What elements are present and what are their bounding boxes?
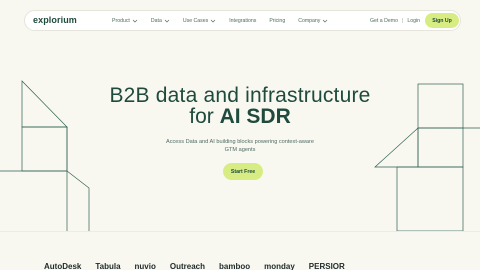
customer-logos: AutoDesk Tabula nuvio Outreach bamboo mo… <box>44 262 359 270</box>
customer-logo: Tabula <box>95 262 121 270</box>
customer-logo: bamboo <box>219 262 251 270</box>
customer-logo: nuvio <box>134 262 156 270</box>
chevron-down-icon <box>132 19 138 23</box>
sign-up-button[interactable]: Sign Up <box>425 13 459 28</box>
menu-item-label: Use Cases <box>182 18 209 24</box>
menu-item-use-cases[interactable]: Use Cases <box>183 18 216 24</box>
account-links: Get a Demo | Login <box>370 18 420 24</box>
customer-logo: PERSIOR <box>308 262 345 270</box>
hero-title-line2: for AI SDR <box>0 105 480 129</box>
section-divider <box>0 231 480 232</box>
menu-item-label: Product <box>112 18 130 24</box>
menu-item-label: Pricing <box>269 18 286 24</box>
hero-title-highlight: AI SDR <box>219 105 291 128</box>
menu-item-label: Integrations <box>229 18 257 24</box>
link-separator: | <box>401 18 404 24</box>
menu-item-label: Company <box>298 18 321 24</box>
chevron-down-icon <box>322 19 328 23</box>
menu-item-pricing[interactable]: Pricing <box>269 18 285 24</box>
menu-item-integrations[interactable]: Integrations <box>229 18 256 24</box>
chevron-down-icon <box>210 19 216 23</box>
menu-item-company[interactable]: Company <box>298 18 328 24</box>
customer-logo: monday <box>264 262 295 270</box>
hero-subtitle-line2: GTM agents <box>224 147 256 153</box>
get-demo-link[interactable]: Get a Demo <box>370 18 398 24</box>
menu-item-product[interactable]: Product <box>112 18 138 24</box>
customer-logo: Outreach <box>169 262 205 270</box>
menu-item-label: Data <box>150 18 162 24</box>
main-menu: Product Data Use Cases Integrations Pric… <box>112 18 341 24</box>
top-navbar: explorium Product Data Use Cases Integra… <box>24 10 461 31</box>
page: explorium Product Data Use Cases Integra… <box>0 0 480 270</box>
start-free-button[interactable]: Start Free <box>223 163 263 180</box>
login-link[interactable]: Login <box>407 18 420 24</box>
chevron-down-icon <box>164 19 170 23</box>
hero-subtitle-line1: Access Data and AI building blocks power… <box>165 139 314 145</box>
menu-item-data[interactable]: Data <box>151 18 170 24</box>
decorative-shapes <box>0 80 480 232</box>
customer-logo: AutoDesk <box>44 262 82 270</box>
explorium-logo[interactable]: explorium <box>33 15 77 25</box>
hero-title-prefix: for <box>189 105 220 128</box>
